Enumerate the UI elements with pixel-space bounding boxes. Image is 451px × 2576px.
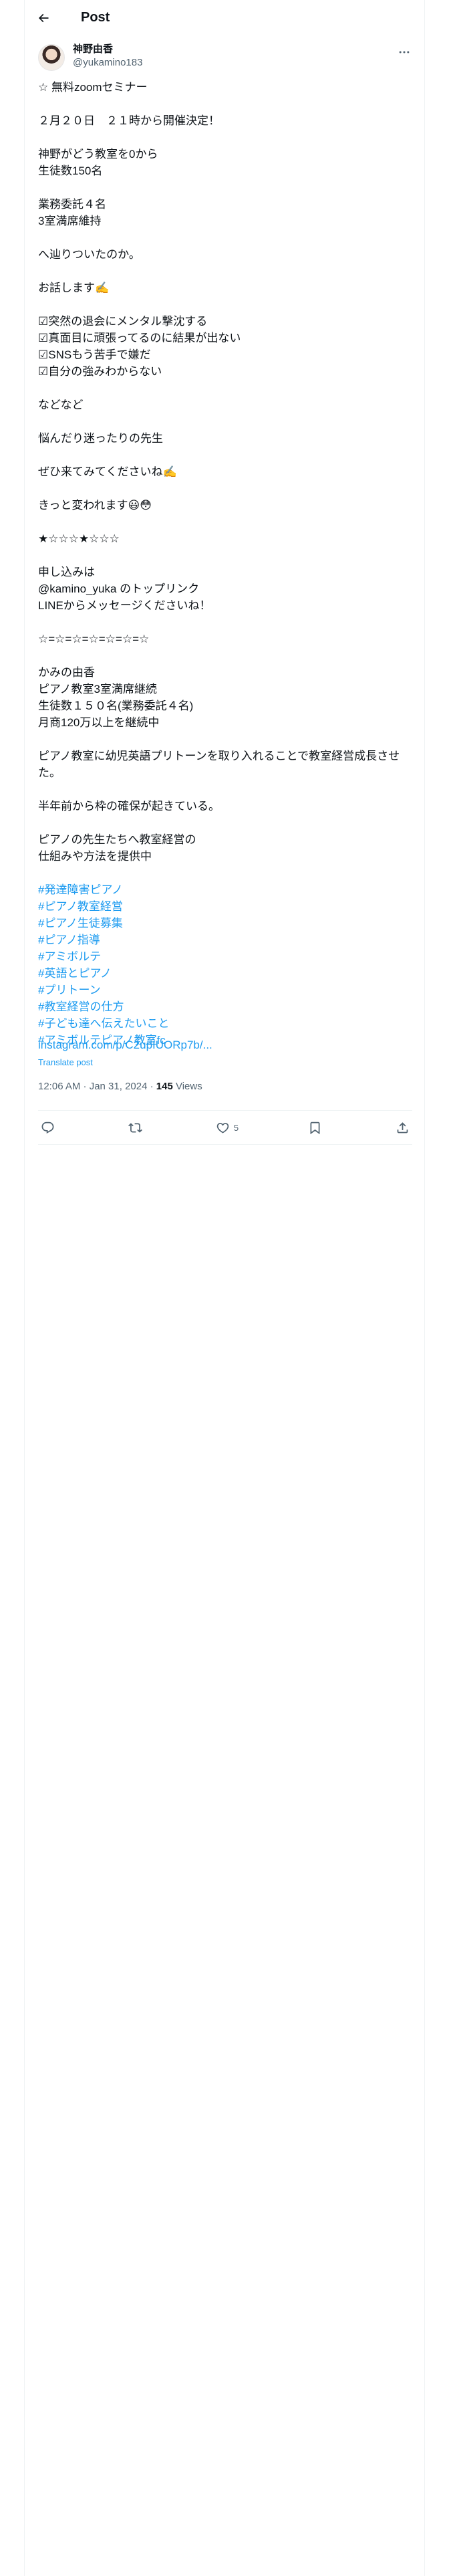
post-text: ☆ 無料zoomセミナー ２月２０日 ２１時から開催決定！ 神野がどう教室を0から生… [38, 79, 412, 1049]
share-button[interactable] [396, 1115, 410, 1140]
post-text-line: LINEからメッセージくださいね！ [38, 599, 211, 612]
post-text-line: 業務委託４名 [38, 198, 106, 211]
post-text-line [38, 96, 412, 112]
post-text-line: ☆ 無料zoomセミナー [38, 81, 148, 94]
more-button[interactable] [393, 43, 416, 62]
post-text-line: 生徒数１５０名(業務委託４名) [38, 700, 194, 712]
post-text-line: 神野がどう教室を0から [38, 148, 158, 160]
post-text-line [38, 229, 412, 246]
post-text-line [38, 815, 412, 831]
author-names: 神野由香 @yukamino183 [73, 43, 142, 70]
post-text-line: ぜひ来てみてくださいね✍️ [38, 465, 177, 478]
post-text-line [38, 731, 412, 748]
post-text-line [38, 781, 412, 798]
meta-separator: · [147, 1081, 156, 1092]
post-text-line: 生徒数150名 [38, 165, 103, 177]
back-button[interactable] [31, 6, 55, 30]
post-text-line [38, 514, 412, 530]
post-text-line: ☑︎自分の強みわからない [38, 365, 162, 378]
like-button[interactable]: 5 [216, 1115, 239, 1140]
post-text-line: などなど [38, 399, 84, 411]
author-handle[interactable]: @yukamino183 [73, 56, 142, 70]
post-text-line [38, 547, 412, 564]
post-text-line: ☆=☆=☆=☆=☆=☆=☆ [38, 633, 150, 645]
page: Post 神野由香 @yukamino183 ☆ 無料zoomセミナー ２月２０日… [0, 0, 451, 2576]
like-icon [216, 1122, 229, 1134]
views-label: Views [172, 1081, 202, 1092]
post-text-line [38, 380, 412, 397]
repost-icon [128, 1122, 142, 1133]
post-text-line: 申し込みは [38, 566, 95, 578]
post-column: Post 神野由香 @yukamino183 ☆ 無料zoomセミナー ２月２０日… [24, 0, 425, 2576]
hashtag-link[interactable]: #教室経営の仕方 [38, 998, 412, 1015]
hashtag-link[interactable]: #発達障害ピアノ [38, 881, 412, 898]
more-icon [399, 51, 410, 53]
repost-button[interactable] [128, 1115, 146, 1140]
page-title: Post [81, 10, 110, 25]
actions-bar: 5 [38, 1110, 412, 1145]
hashtag-link[interactable]: #ピアノ教室経営 [38, 898, 412, 915]
bookmark-icon [310, 1121, 320, 1134]
hashtag-link[interactable]: #プリトーン [38, 982, 412, 998]
post-text-line [38, 865, 412, 881]
post-text-line: 月商120万以上を継続中 [38, 716, 160, 729]
post-meta: 12:06 AM · Jan 31, 2024 · 145 Views [38, 1081, 202, 1092]
post-text-line: ☑︎真面目に頑張ってるのに結果が出ない [38, 332, 241, 344]
share-icon [397, 1121, 408, 1133]
post-text-line: 悩んだり迷ったりの先生 [38, 432, 163, 445]
hashtag-link[interactable]: #子ども達へ伝えたいこと [38, 1015, 412, 1032]
post-text-line [38, 480, 412, 497]
back-arrow-icon [38, 13, 49, 22]
post-text-line [38, 296, 412, 313]
post-link[interactable]: instagram.com/p/C2upIUORp7b/... [38, 1037, 212, 1053]
post-text-line: ピアノの先生たちへ教室経営の [38, 833, 196, 846]
post-text-line [38, 129, 412, 146]
post-text-line[interactable]: @kamino_yuka のトップリンク [38, 580, 412, 597]
post-text-line: ☑︎SNSもう苦手で嫌だ [38, 348, 151, 361]
author-row: 神野由香 @yukamino183 [38, 43, 416, 75]
post-text-line: ピアノ教室3室満席継続 [38, 683, 157, 695]
hashtag-link[interactable]: #ピアノ生徒募集 [38, 915, 412, 932]
hashtag-link[interactable]: #英語とピアノ [38, 965, 412, 982]
post-text-line [38, 413, 412, 430]
like-count: 5 [233, 1122, 239, 1133]
post-text-line: かみの由香 [38, 666, 95, 679]
post-text-line [38, 614, 412, 631]
post-text-line: きっと変われます😃😳 [38, 499, 152, 512]
post-timestamp[interactable]: 12:06 AM · Jan 31, 2024 [38, 1081, 147, 1092]
top-bar: Post [25, 0, 426, 35]
author-display-name[interactable]: 神野由香 [73, 43, 142, 56]
post-text-line [38, 647, 412, 664]
post-text-line: ★☆☆☆★☆☆☆ [38, 532, 120, 545]
post-text-line: 半年前から枠の確保が起きている。 [38, 800, 220, 813]
post-text-line: ２月２０日 ２１時から開催決定！ [38, 114, 220, 127]
reply-icon [41, 1121, 54, 1134]
post-text-line: 3室満席維持 [38, 215, 102, 227]
hashtag-link[interactable]: #ピアノ指導 [38, 932, 412, 948]
bookmark-button[interactable] [308, 1115, 326, 1140]
post-text-line [38, 263, 412, 280]
post-text-line: ピアノ教室に幼児英語プリトーンを取り入れることで教室経営成長させた。 [38, 750, 400, 779]
post-text-line: お話します✍️ [38, 282, 110, 294]
post-text-line [38, 179, 412, 196]
reply-button[interactable] [41, 1115, 59, 1140]
hashtag-link[interactable]: #アミボルテ [38, 948, 412, 965]
post-text-line [38, 447, 412, 463]
post-text-line: 仕組みや方法を提供中 [38, 850, 152, 863]
views-count[interactable]: 145 [156, 1081, 173, 1092]
avatar[interactable] [38, 44, 65, 71]
post-text-line: ☑︎突然の退会にメンタル撃沈する [38, 315, 208, 328]
translate-post-link[interactable]: Translate post [38, 1057, 93, 1067]
post-text-line: へ辿りついたのか。 [38, 248, 140, 261]
